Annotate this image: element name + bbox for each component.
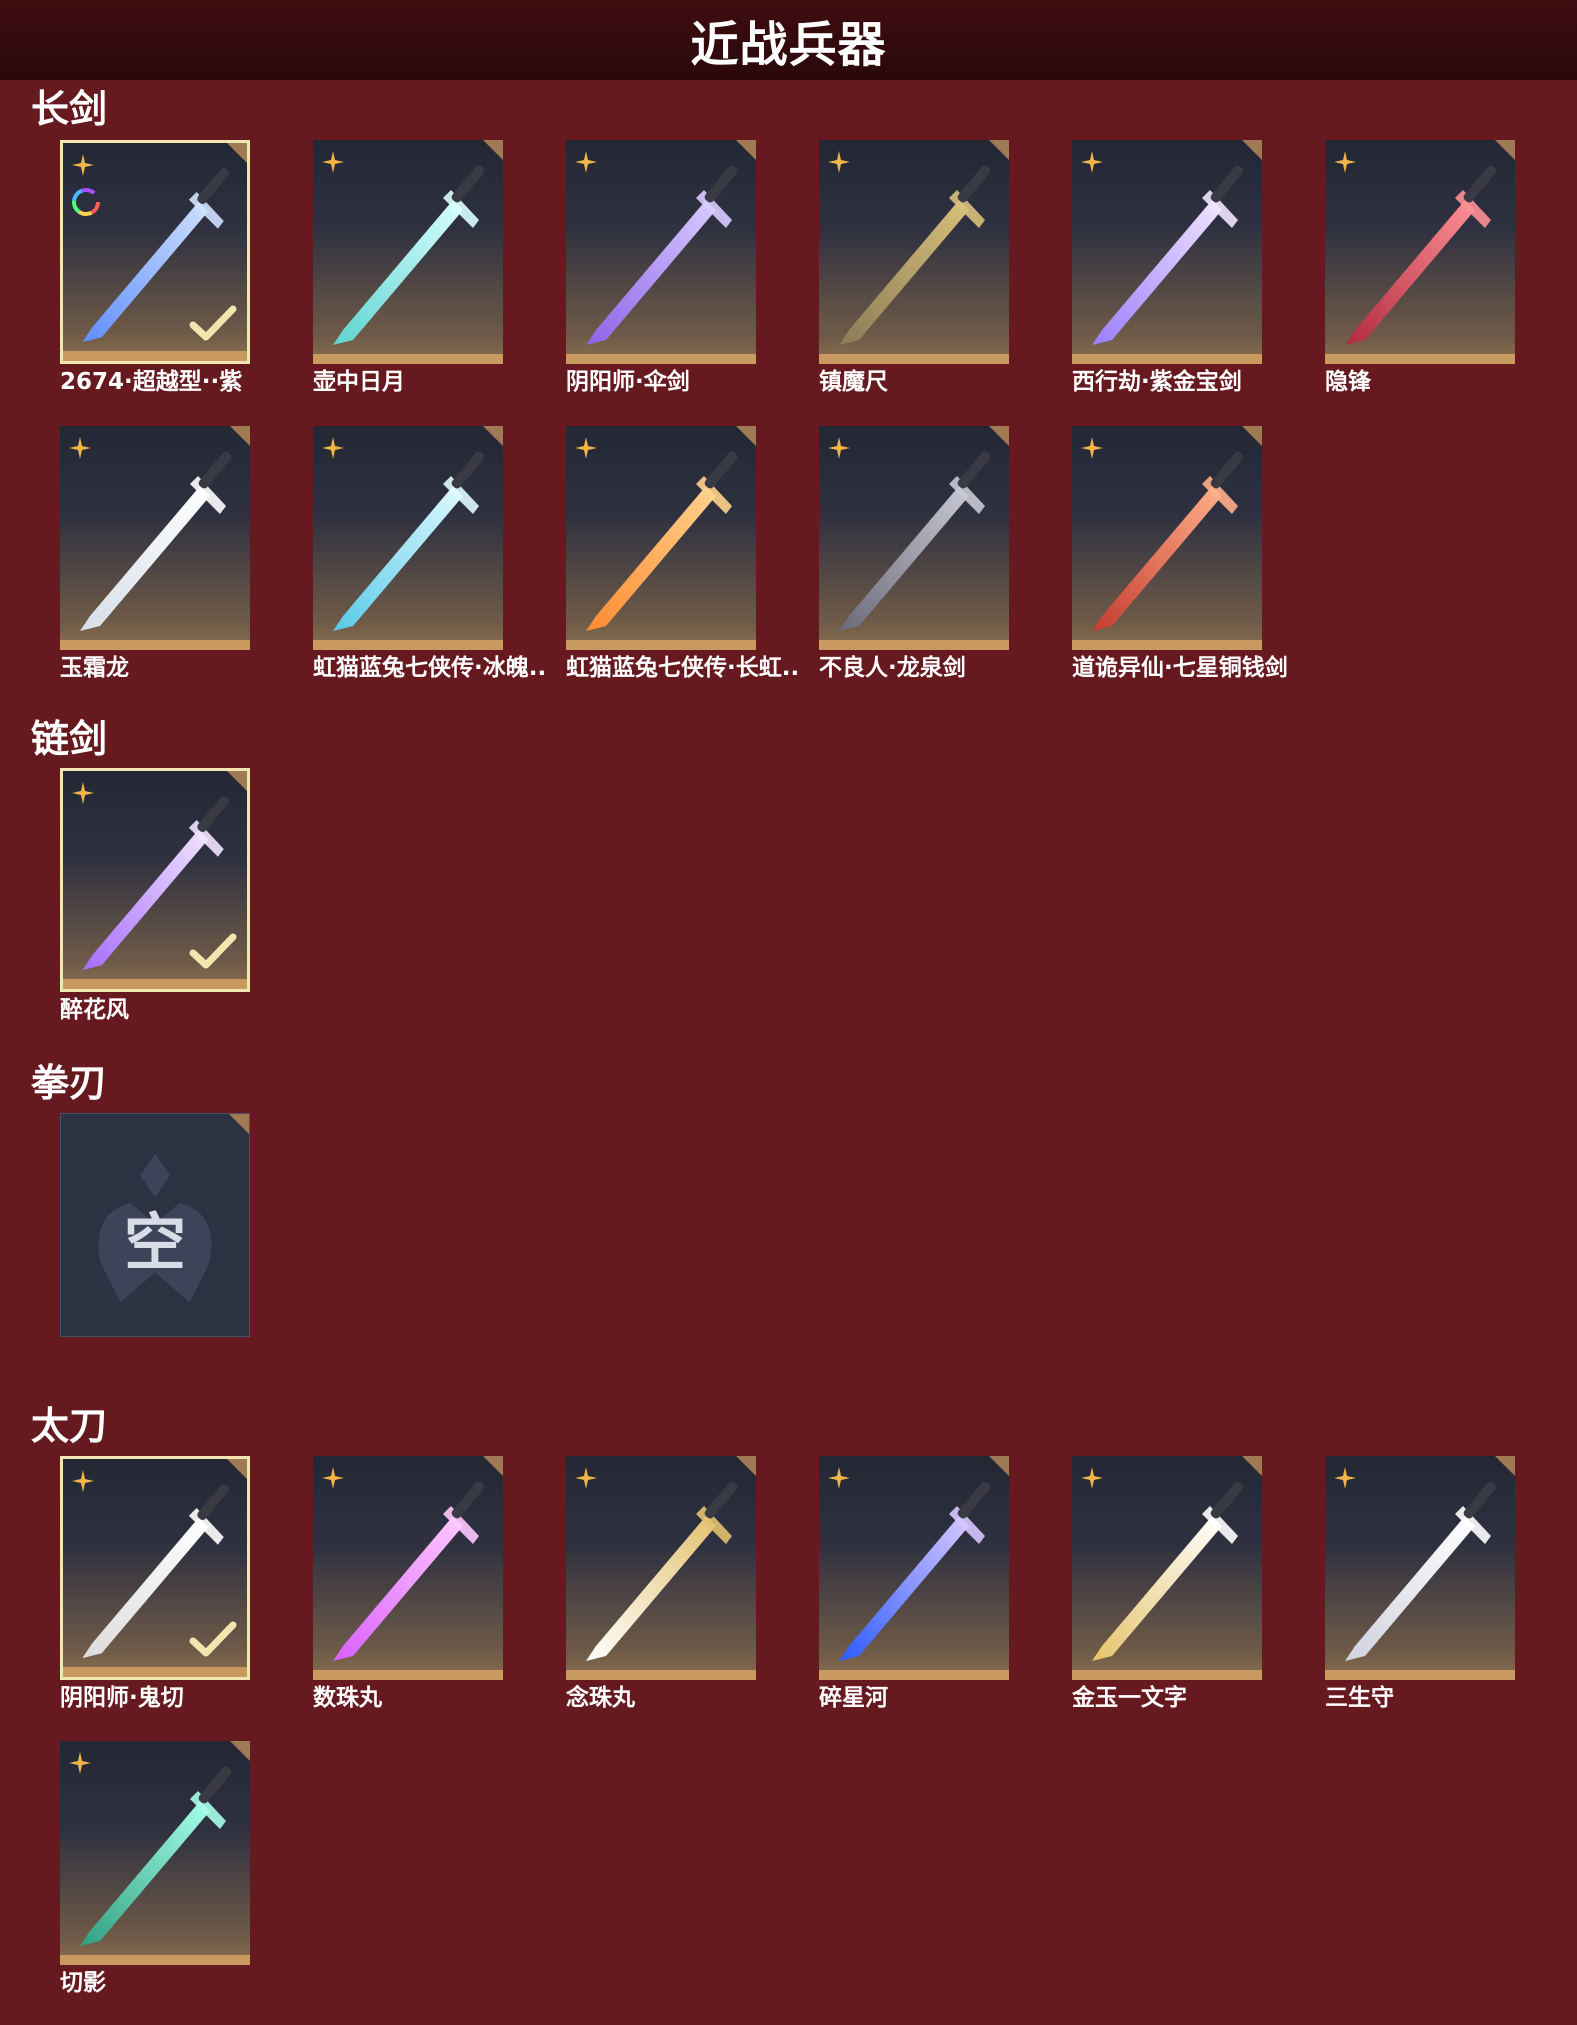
weapon-name-label: 虹猫蓝兔七侠传·冰魄..: [313, 655, 547, 681]
weapon-card[interactable]: [819, 1456, 1009, 1680]
weapon-card[interactable]: [566, 1456, 756, 1680]
weapon-name-label: 金玉一文字: [1072, 1685, 1187, 1711]
weapon-card[interactable]: [60, 1741, 250, 1965]
section-title-katana: 太刀: [31, 1404, 108, 1448]
weapon-card[interactable]: [60, 1456, 250, 1680]
empty-weapon-slot[interactable]: 空: [60, 1113, 250, 1337]
weapon-image: [586, 451, 738, 631]
weapon-image: [1092, 451, 1244, 631]
weapon-image: [1345, 1481, 1497, 1661]
section-title-longsword: 长剑: [31, 87, 108, 131]
page-title: 近战兵器: [690, 17, 887, 73]
weapon-image: [333, 165, 485, 345]
section-title-fistblade: 拳刃: [31, 1061, 108, 1105]
weapon-image: [80, 451, 232, 631]
weapon-card[interactable]: [566, 426, 756, 650]
weapon-image: [839, 1481, 991, 1661]
weapon-image: [586, 1481, 738, 1661]
weapon-image: [1092, 165, 1244, 345]
weapon-name-label: 三生守: [1325, 1685, 1394, 1711]
weapon-card[interactable]: [313, 426, 503, 650]
weapon-image: [1345, 165, 1497, 345]
weapon-card[interactable]: [60, 768, 250, 992]
weapon-card[interactable]: [819, 426, 1009, 650]
weapon-image: [80, 1766, 232, 1946]
weapon-image: [839, 165, 991, 345]
weapon-card[interactable]: [1072, 140, 1262, 364]
weapon-name-label: 道诡异仙·七星铜钱剑: [1072, 655, 1288, 681]
weapon-name-label: 2674·超越型··紫: [60, 369, 243, 395]
header-bar: 近战兵器: [0, 0, 1577, 80]
weapon-card[interactable]: [1072, 426, 1262, 650]
equipped-check-icon: [189, 1621, 237, 1657]
weapon-name-label: 玉霜龙: [60, 655, 129, 681]
weapon-card[interactable]: [60, 140, 250, 364]
weapon-name-label: 碎星河: [819, 1685, 888, 1711]
weapon-card[interactable]: [566, 140, 756, 364]
weapon-name-label: 阴阳师·鬼切: [60, 1685, 184, 1711]
weapon-name-label: 隐锋: [1325, 369, 1371, 395]
weapon-image: [839, 451, 991, 631]
weapon-name-label: 虹猫蓝兔七侠传·长虹..: [566, 655, 800, 681]
weapon-name-label: 醉花风: [60, 997, 129, 1023]
weapon-name-label: 阴阳师·伞剑: [566, 369, 690, 395]
weapon-card[interactable]: [60, 426, 250, 650]
empty-slot-label: 空: [123, 1206, 186, 1279]
weapon-card[interactable]: [1325, 140, 1515, 364]
weapon-name-label: 数珠丸: [313, 1685, 382, 1711]
weapon-name-label: 西行劫·紫金宝剑: [1072, 369, 1242, 395]
weapon-card[interactable]: [1072, 1456, 1262, 1680]
weapon-image: [1092, 1481, 1244, 1661]
equipped-check-icon: [189, 305, 237, 341]
weapon-card[interactable]: [313, 140, 503, 364]
equipped-check-icon: [189, 933, 237, 969]
weapon-name-label: 念珠丸: [566, 1685, 635, 1711]
weapon-card[interactable]: [819, 140, 1009, 364]
weapon-image: [333, 1481, 485, 1661]
weapon-image: [333, 451, 485, 631]
weapon-card[interactable]: [313, 1456, 503, 1680]
weapon-card[interactable]: [1325, 1456, 1515, 1680]
section-title-chainsword: 链剑: [31, 717, 108, 761]
weapon-name-label: 壶中日月: [313, 369, 405, 395]
weapon-image: [586, 165, 738, 345]
weapon-name-label: 不良人·龙泉剑: [819, 655, 966, 681]
weapon-name-label: 镇魔尺: [819, 369, 888, 395]
weapon-name-label: 切影: [60, 1970, 106, 1996]
